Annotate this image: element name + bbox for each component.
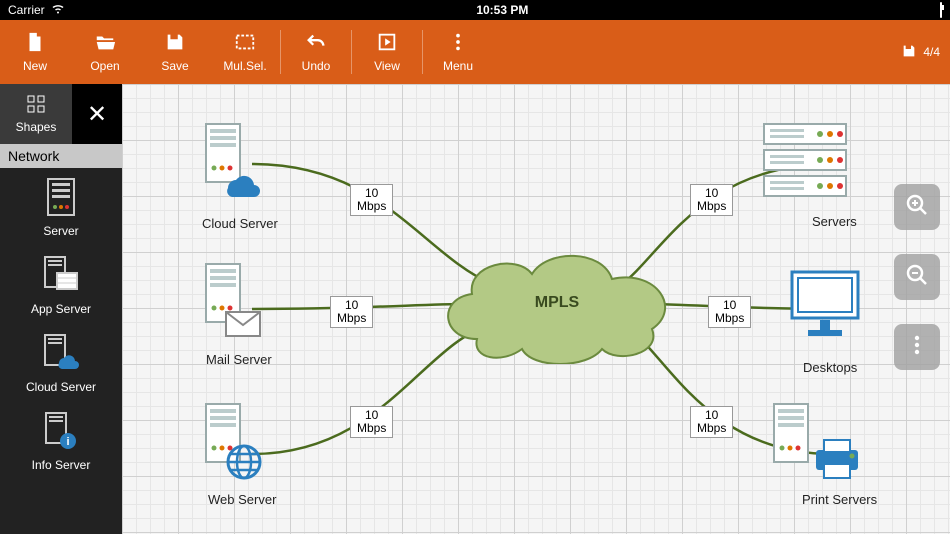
sidebar-item-app-server[interactable]: App Server xyxy=(0,246,122,324)
wifi-icon xyxy=(51,3,65,17)
servers-label: Servers xyxy=(812,214,857,229)
rate-box-2[interactable]: 10 Mbps xyxy=(330,296,373,328)
new-button[interactable]: New xyxy=(0,20,70,84)
server-icon xyxy=(46,177,76,220)
view-icon xyxy=(376,31,398,53)
zoom-in-button[interactable] xyxy=(894,184,940,230)
shapes-sidebar: Shapes ✕ Network Server App Server Cloud… xyxy=(0,84,122,534)
shapes-grid-icon xyxy=(27,95,45,116)
zoom-controls xyxy=(894,184,940,370)
selection-icon xyxy=(234,31,256,53)
save-small-icon xyxy=(901,43,917,62)
mpls-cloud-node[interactable]: MPLS xyxy=(432,244,682,364)
close-icon: ✕ xyxy=(87,100,107,129)
sidebar-item-cloud-server[interactable]: Cloud Server xyxy=(0,324,122,402)
diagram-canvas[interactable]: MPLS Cloud Server Mail Server Web Server… xyxy=(122,84,950,534)
menu-label: Menu xyxy=(443,59,473,73)
cloud-server-label: Cloud Server xyxy=(202,216,278,231)
mpls-label: MPLS xyxy=(432,294,682,312)
info-server-icon: i xyxy=(44,411,78,454)
page-indicator[interactable]: 4/4 xyxy=(901,43,950,62)
category-header[interactable]: Network xyxy=(0,144,122,168)
web-server-node[interactable] xyxy=(200,402,264,487)
close-sidebar-button[interactable]: ✕ xyxy=(72,84,122,144)
sidebar-item-label: Cloud Server xyxy=(26,380,96,394)
sidebar-item-server[interactable]: Server xyxy=(0,168,122,246)
view-button[interactable]: View xyxy=(352,20,422,84)
menu-dots-icon xyxy=(447,31,469,53)
servers-node[interactable] xyxy=(760,122,850,205)
canvas-menu-button[interactable] xyxy=(894,324,940,370)
mulsel-button[interactable]: Mul.Sel. xyxy=(210,20,280,84)
sidebar-item-label: Server xyxy=(43,224,78,238)
shapes-tab[interactable]: Shapes xyxy=(0,84,72,144)
app-server-icon xyxy=(43,255,79,298)
zoom-in-icon xyxy=(905,193,929,222)
shapes-label: Shapes xyxy=(16,120,57,134)
carrier-label: Carrier xyxy=(8,3,45,17)
desktops-label: Desktops xyxy=(803,360,857,375)
battery-icon xyxy=(940,3,942,17)
menu-button[interactable]: Menu xyxy=(423,20,493,84)
mulsel-label: Mul.Sel. xyxy=(223,59,266,73)
save-label: Save xyxy=(161,59,188,73)
save-icon xyxy=(164,31,186,53)
mail-server-label: Mail Server xyxy=(206,352,272,367)
mail-server-node[interactable] xyxy=(200,262,264,347)
rate-box-5[interactable]: 10 Mbps xyxy=(708,296,751,328)
print-servers-node[interactable] xyxy=(768,402,864,489)
save-button[interactable]: Save xyxy=(140,20,210,84)
rate-box-4[interactable]: 10 Mbps xyxy=(690,184,733,216)
undo-button[interactable]: Undo xyxy=(281,20,351,84)
sidebar-item-label: Info Server xyxy=(32,458,91,472)
print-servers-label: Print Servers xyxy=(802,492,877,507)
web-server-label: Web Server xyxy=(208,492,276,507)
open-button[interactable]: Open xyxy=(70,20,140,84)
zoom-out-icon xyxy=(905,263,929,292)
svg-text:i: i xyxy=(66,436,69,448)
cloud-server-node[interactable] xyxy=(200,122,264,211)
folder-open-icon xyxy=(94,31,116,53)
rate-box-1[interactable]: 10 Mbps xyxy=(350,184,393,216)
sidebar-item-info-server[interactable]: i Info Server xyxy=(0,402,122,480)
menu-dots-icon xyxy=(905,333,929,362)
clock: 10:53 PM xyxy=(65,3,940,17)
main-toolbar: New Open Save Mul.Sel. Undo View Menu 4/… xyxy=(0,20,950,84)
rate-box-3[interactable]: 10 Mbps xyxy=(350,406,393,438)
rate-box-6[interactable]: 10 Mbps xyxy=(690,406,733,438)
page-count: 4/4 xyxy=(923,45,940,59)
file-icon xyxy=(24,31,46,53)
sidebar-item-label: App Server xyxy=(31,302,91,316)
new-label: New xyxy=(23,59,47,73)
view-label: View xyxy=(374,59,400,73)
open-label: Open xyxy=(90,59,119,73)
desktops-node[interactable] xyxy=(786,268,864,349)
device-status-bar: Carrier 10:53 PM xyxy=(0,0,950,20)
cloud-server-icon xyxy=(43,333,79,376)
zoom-out-button[interactable] xyxy=(894,254,940,300)
undo-label: Undo xyxy=(302,59,331,73)
undo-icon xyxy=(305,31,327,53)
